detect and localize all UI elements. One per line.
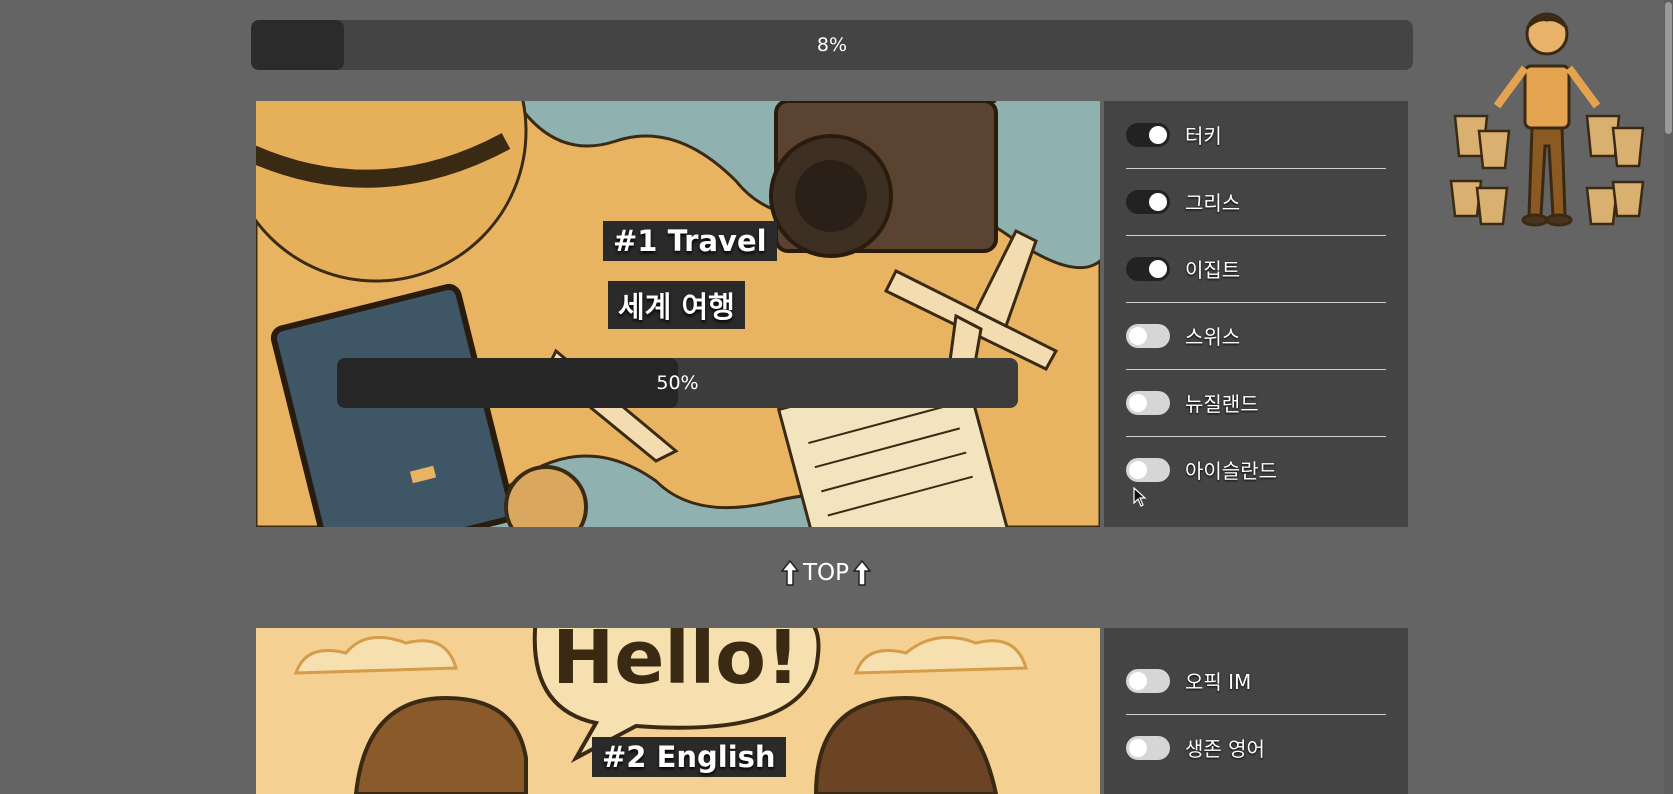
checklist-item[interactable]: 오픽 IM (1126, 647, 1386, 715)
checklist-item-label: 생존 영어 (1185, 737, 1265, 761)
scroll-to-top-label: TOP (803, 560, 850, 586)
scroll-to-top-link[interactable]: TOP (781, 560, 872, 586)
checklist-item-label: 이집트 (1185, 258, 1241, 282)
arrow-up-icon (853, 560, 872, 586)
overall-progress-bar: 8% (251, 20, 1413, 70)
scrollbar-thumb[interactable] (1665, 2, 1672, 134)
english-card-image: Hello! #2 English (256, 628, 1100, 794)
toggle-switch[interactable] (1126, 457, 1170, 482)
toggle-switch[interactable] (1126, 189, 1170, 214)
checklist-item[interactable]: 터키 (1126, 101, 1386, 169)
checklist-item[interactable]: 그리스 (1126, 168, 1386, 236)
mouse-cursor-icon (1133, 487, 1147, 507)
checklist-item-label: 뉴질랜드 (1185, 392, 1259, 416)
arrow-up-icon (781, 560, 799, 586)
card-title: #2 English (592, 737, 786, 777)
checklist-item-label: 오픽 IM (1185, 670, 1252, 694)
card-progress-label: 50% (656, 372, 699, 394)
toggle-switch[interactable] (1126, 390, 1170, 415)
checklist-item[interactable]: 아이슬란드 (1126, 436, 1386, 503)
checklist-item[interactable]: 스위스 (1126, 302, 1386, 370)
english-checklist-panel: 오픽 IM 생존 영어 (1104, 628, 1408, 794)
travel-checklist-panel: 터키 그리스 이집트 스위스 뉴질랜드 아이슬란드 (1104, 101, 1408, 527)
checklist-item-label: 터키 (1185, 124, 1222, 148)
checklist-item-label: 그리스 (1185, 191, 1241, 215)
checklist-item-label: 스위스 (1185, 325, 1241, 349)
toggle-switch[interactable] (1126, 323, 1170, 348)
card-progress-bar: 50% (337, 358, 1018, 408)
checklist-item-label: 아이슬란드 (1185, 459, 1277, 483)
toggle-switch[interactable] (1126, 256, 1170, 281)
speech-bubble-text: Hello! (552, 628, 799, 701)
checklist-item[interactable]: 이집트 (1126, 235, 1386, 303)
checklist-item[interactable]: 생존 영어 (1126, 714, 1386, 781)
checklist-item[interactable]: 뉴질랜드 (1126, 369, 1386, 437)
card-title: #1 Travel (603, 221, 777, 261)
page-scrollbar[interactable] (1664, 0, 1673, 794)
travel-card-image: #1 Travel 세계 여행 50% (256, 101, 1100, 527)
card-subtitle: 세계 여행 (608, 281, 745, 329)
mascot-carrying-buckets-illustration (1449, 12, 1645, 227)
overall-progress-label: 8% (816, 34, 848, 56)
toggle-switch[interactable] (1126, 668, 1170, 693)
toggle-switch[interactable] (1126, 122, 1170, 147)
toggle-switch[interactable] (1126, 735, 1170, 760)
